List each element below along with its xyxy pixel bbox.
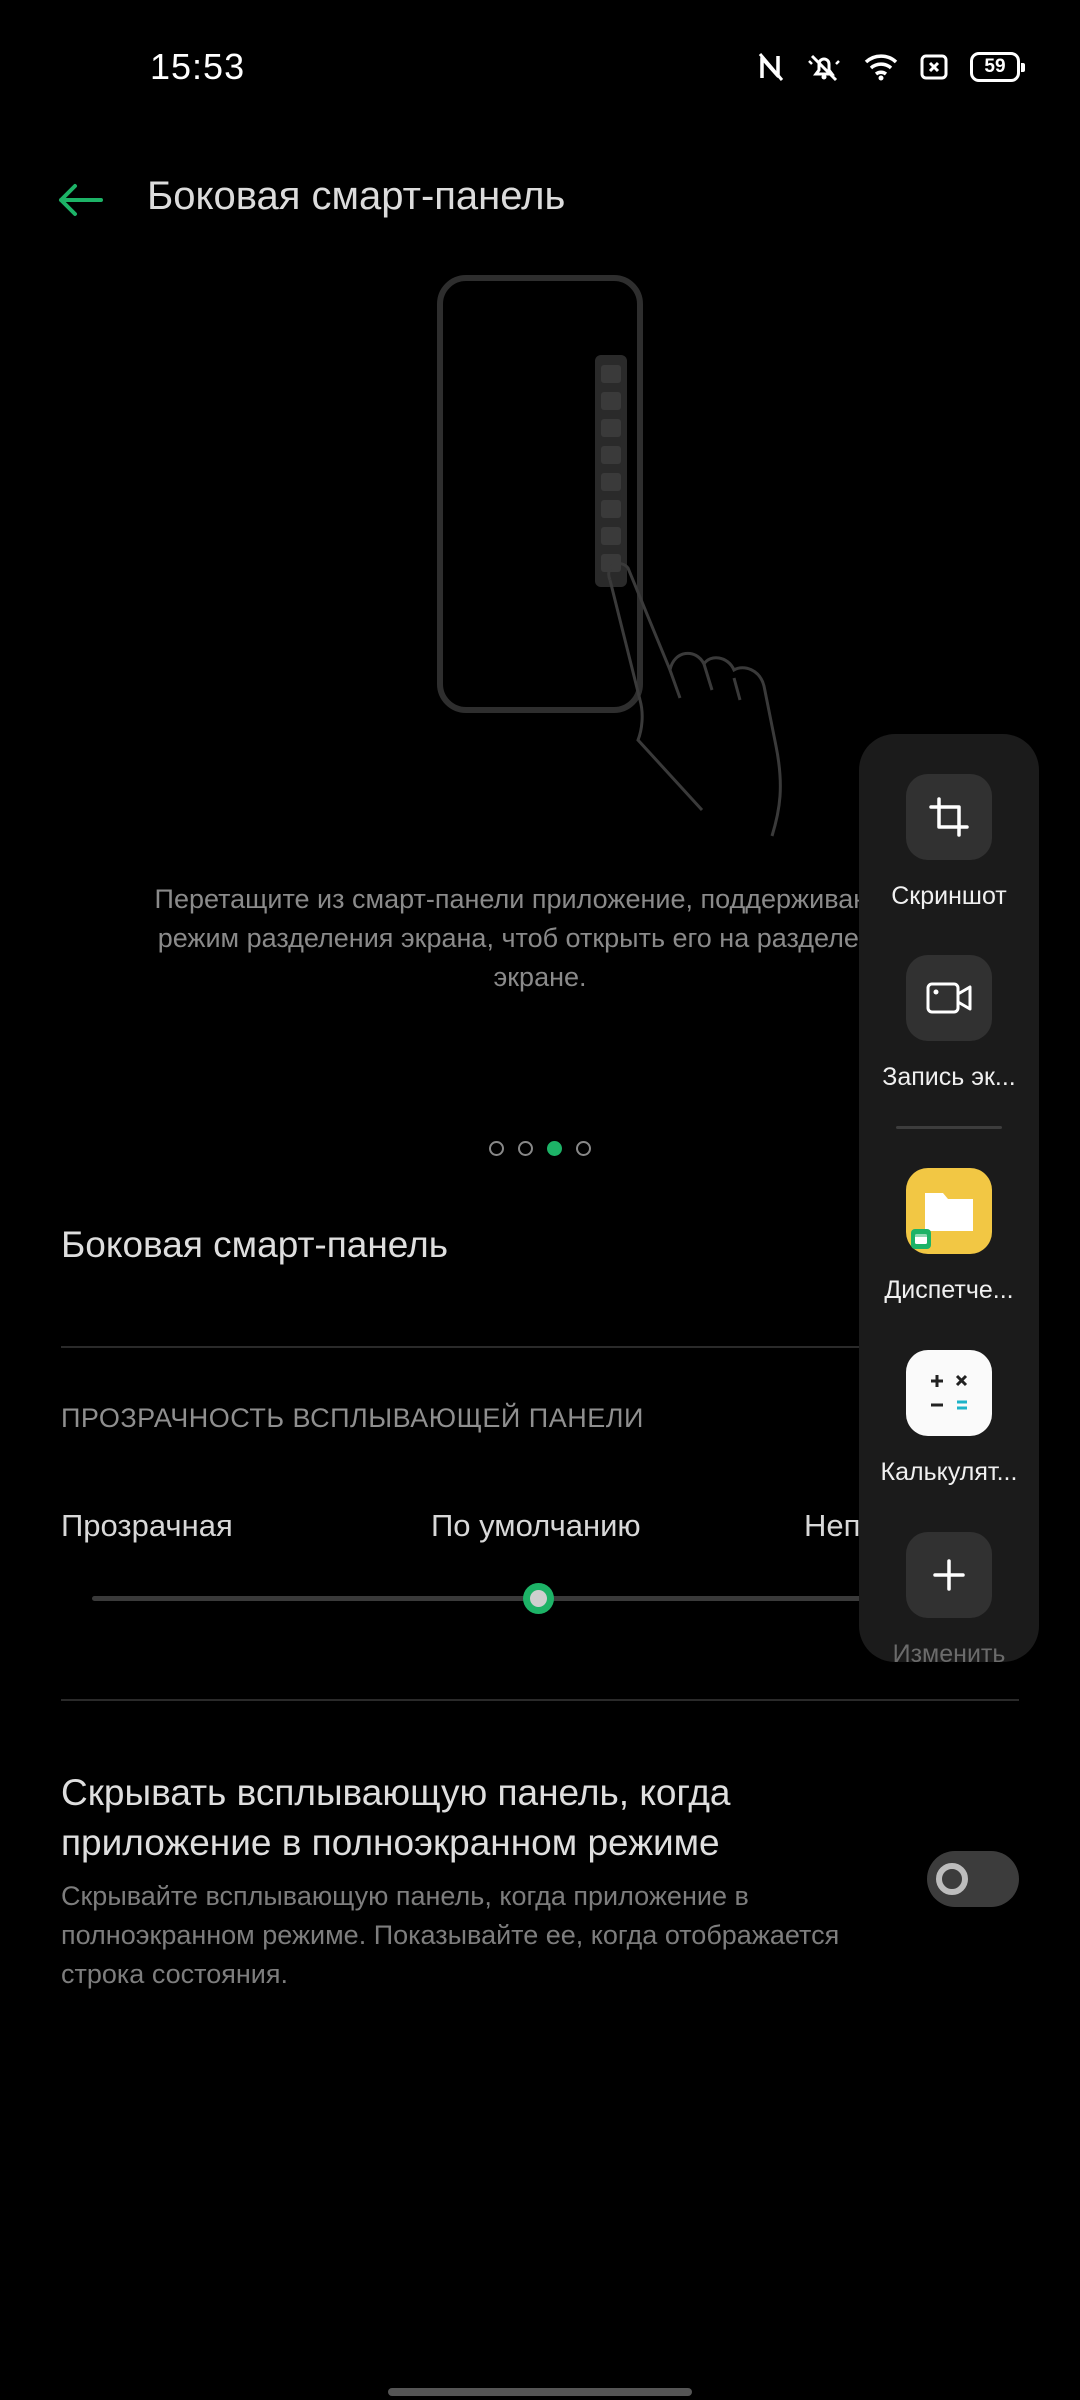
transparency-slider-thumb[interactable] [523,1583,554,1614]
clock: 15:53 [150,46,246,87]
page-dot-active [547,1141,562,1156]
calculator-icon [906,1350,992,1436]
page-dot [576,1141,591,1156]
sidebar-item-label: Запись эк... [882,1063,1016,1091]
slider-label-transparent: Прозрачная [61,1508,233,1543]
status-bar: 15:53 59 [0,0,1080,130]
page-dot [489,1141,504,1156]
page-dot [518,1141,533,1156]
transparency-section-header: ПРОЗРАЧНОСТЬ ВСПЛЫВАЮЩЕЙ ПАНЕЛИ [61,1403,644,1433]
home-indicator[interactable] [388,2388,692,2396]
divider [61,1699,1019,1701]
folder-icon [906,1168,992,1254]
crop-icon [906,774,992,860]
slider-label-opaque: Неп [804,1508,861,1543]
plus-icon [906,1532,992,1618]
sidebar-item-edit[interactable]: Изменить [859,1532,1039,1662]
back-arrow-icon [57,183,103,222]
sidebar-item-label: Калькулят... [880,1458,1018,1486]
sidebar-item-label: Изменить [892,1640,1006,1662]
video-record-icon [906,955,992,1041]
sidebar-item-file-manager[interactable]: Диспетче... [859,1168,1039,1305]
gesture-illustration [420,270,840,840]
smart-sidebar-panel: Скриншот Запись эк... Диспетче... Кальку… [859,734,1039,1662]
hide-panel-toggle[interactable] [927,1851,1019,1907]
battery-icon: 59 [970,52,1025,82]
back-button[interactable] [50,172,110,232]
sim-icon [920,54,948,80]
sidebar-divider [896,1126,1002,1129]
sidebar-item-label: Скриншот [891,882,1007,910]
instruction-text: Перетащите из смарт-панели приложение, п… [154,884,926,992]
mute-icon [806,52,842,82]
page-title: Боковая смарт-панель [147,174,566,218]
hide-panel-description: Скрывайте всплывающую панель, когда прил… [61,1881,840,1989]
nfc-icon [758,52,784,82]
toggle-knob [936,1863,968,1895]
sidebar-item-screen-record[interactable]: Запись эк... [859,955,1039,1092]
wifi-icon [864,53,898,81]
slider-label-default: По умолчанию [431,1508,641,1543]
sidebar-item-screenshot[interactable]: Скриншот [859,774,1039,911]
app-header: Боковая смарт-панель [0,160,1080,260]
smart-sidebar-setting[interactable]: Боковая смарт-панель [61,1224,448,1266]
hide-panel-title: Скрывать всплывающую панель, когда прило… [61,1772,731,1863]
sidebar-item-calculator[interactable]: Калькулят... [859,1350,1039,1487]
sidebar-item-label: Диспетче... [884,1276,1014,1304]
status-icons: 59 [758,52,1025,82]
